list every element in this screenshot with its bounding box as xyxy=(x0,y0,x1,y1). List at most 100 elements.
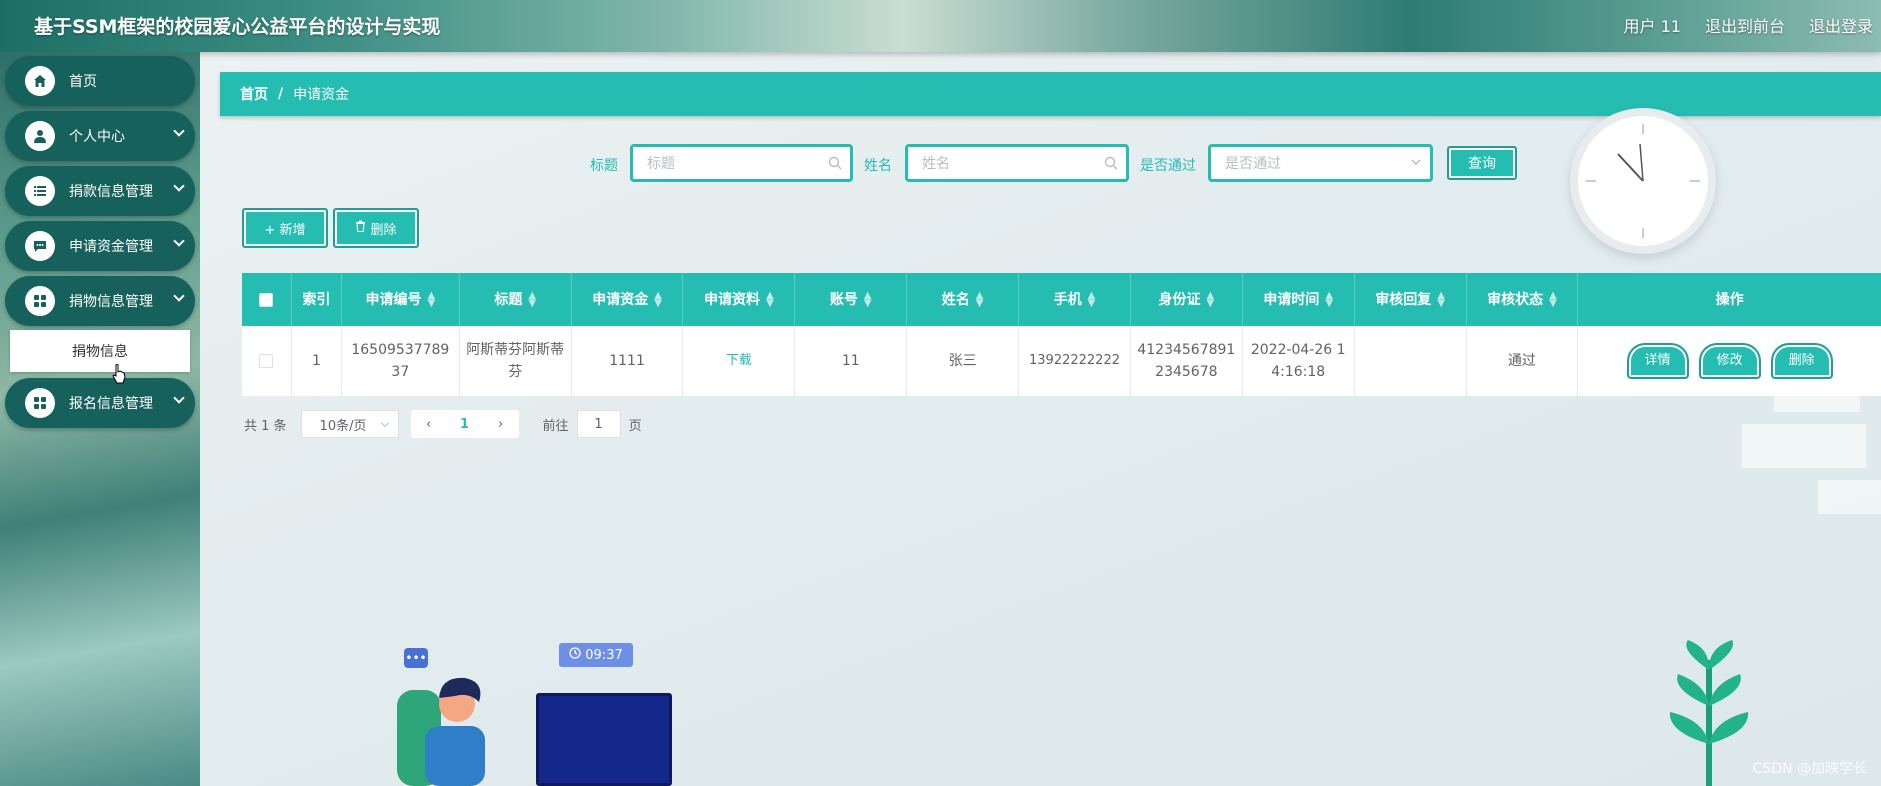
sidebar-item-label: 捐物信息管理 xyxy=(69,294,153,310)
query-button[interactable]: 查询 xyxy=(1447,146,1517,180)
sort-icon: ▲ ▼ xyxy=(1087,289,1096,309)
header-label: 审核回复 xyxy=(1375,291,1432,308)
header-label: 申请资金 xyxy=(592,291,649,308)
header-label: 手机 xyxy=(1053,291,1082,308)
header-amount[interactable]: 申请资金 ▲ ▼ xyxy=(572,273,684,326)
header-label: 申请资料 xyxy=(704,291,761,308)
cell-app-no: 1650953778937 xyxy=(342,326,460,396)
header-label: 身份证 xyxy=(1158,291,1201,308)
chevron-down-icon xyxy=(173,235,185,247)
header-account[interactable]: 账号 ▲ ▼ xyxy=(795,273,908,326)
sort-icon: ▲ ▼ xyxy=(766,289,774,309)
sidebar-item-label: 首页 xyxy=(69,74,97,90)
sidebar-item-label: 报名信息管理 xyxy=(69,396,153,412)
name-search-input[interactable]: 姓名 xyxy=(905,144,1129,182)
delete-selected-button[interactable]: 删除 xyxy=(333,208,419,248)
cell-phone: 13922222222 xyxy=(1019,326,1131,396)
sort-icon: ▲ ▼ xyxy=(1325,289,1334,309)
logout-link[interactable]: 退出登录 xyxy=(1809,13,1873,37)
goto-prefix: 前往 xyxy=(542,418,569,434)
add-button[interactable]: + 新增 xyxy=(242,208,328,248)
sort-icon: ▲ ▼ xyxy=(654,289,662,309)
header-label: 申请编号 xyxy=(365,291,422,308)
header-label: 标题 xyxy=(494,291,523,308)
decor-block xyxy=(1742,424,1866,468)
sidebar-item-label: 个人中心 xyxy=(69,129,125,145)
goto-suffix: 页 xyxy=(628,418,642,434)
submenu-item-goods-info[interactable]: 捐物信息 xyxy=(10,330,190,372)
sort-icon: ▲ ▼ xyxy=(1437,289,1445,309)
goto-page-input[interactable]: 1 xyxy=(576,410,621,438)
search-icon xyxy=(1104,156,1118,174)
delete-selected-label: 删除 xyxy=(370,222,397,238)
sidebar-item-signup-management[interactable]: 报名信息管理 xyxy=(5,378,195,428)
prev-page-button[interactable]: ‹ xyxy=(411,417,447,432)
download-link[interactable]: 下载 xyxy=(726,350,752,372)
pager: ‹ 1 › xyxy=(410,410,519,438)
sidebar-item-label: 捐款信息管理 xyxy=(69,184,153,200)
sort-icon: ▲ ▼ xyxy=(1549,289,1557,309)
page-number[interactable]: 1 xyxy=(447,417,483,432)
header-phone[interactable]: 手机 ▲ ▼ xyxy=(1019,273,1131,326)
home-icon xyxy=(25,66,55,96)
sort-icon: ▲ ▼ xyxy=(528,289,537,309)
name-label: 姓名 xyxy=(864,158,892,174)
time-badge: 09:37 xyxy=(559,643,633,667)
detail-button[interactable]: 详情 xyxy=(1626,343,1689,379)
delete-button[interactable]: 删除 xyxy=(1770,343,1833,379)
cell-title: 阿斯蒂芬阿斯蒂芬 xyxy=(460,326,572,396)
header-id-card[interactable]: 身份证 ▲ ▼ xyxy=(1131,273,1243,326)
back-to-front-link[interactable]: 退出到前台 xyxy=(1705,13,1785,37)
header-reply[interactable]: 审核回复 ▲ ▼ xyxy=(1355,273,1467,326)
title-search-input[interactable]: 标题 xyxy=(630,144,853,182)
passed-select[interactable]: 是否通过 xyxy=(1208,144,1433,182)
sort-icon: ▲ ▼ xyxy=(427,289,436,309)
page-size-value: 10条/页 xyxy=(319,418,367,434)
edit-button[interactable]: 修改 xyxy=(1698,343,1761,379)
decor-block xyxy=(1774,382,1860,412)
breadcrumb-home[interactable]: 首页 xyxy=(240,84,268,104)
header-name[interactable]: 姓名 ▲ ▼ xyxy=(907,273,1020,326)
cell-time: 2022-04-26 14:16:18 xyxy=(1243,326,1355,396)
page-size-select[interactable]: 10条/页 xyxy=(300,410,399,438)
data-table: 索引 申请编号 ▲ ▼ 标题 ▲ ▼ 申请资金 ▲ ▼ 申请资料 ▲ ▼ 账号 ▲ ▼ 姓名 ▲ ▼ 手… xyxy=(242,273,1881,396)
header-title[interactable]: 标题 ▲ ▼ xyxy=(460,273,572,326)
chevron-down-icon xyxy=(173,125,185,137)
next-page-button[interactable]: › xyxy=(483,417,519,432)
chevron-down-icon xyxy=(1410,156,1422,172)
cell-index: 1 xyxy=(292,326,342,396)
search-bar: 标题 标题 姓名 姓名 是否通过 是否通过 查询 xyxy=(0,144,1881,184)
grid-icon xyxy=(25,388,55,418)
sidebar-item-goods-donation[interactable]: 捐物信息管理 xyxy=(5,276,195,326)
header-status[interactable]: 审核状态 ▲ ▼ xyxy=(1467,273,1579,326)
cell-reply xyxy=(1355,326,1467,396)
header-app-no[interactable]: 申请编号 ▲ ▼ xyxy=(342,273,460,326)
header-time[interactable]: 申请时间 ▲ ▼ xyxy=(1243,273,1355,326)
table-header: 索引 申请编号 ▲ ▼ 标题 ▲ ▼ 申请资金 ▲ ▼ 申请资料 ▲ ▼ 账号 ▲ ▼ 姓名 ▲ ▼ 手… xyxy=(242,273,1881,326)
current-user[interactable]: 用户 11 xyxy=(1624,13,1681,37)
chevron-up-icon xyxy=(173,290,185,302)
row-checkbox[interactable] xyxy=(259,354,274,368)
select-all-checkbox[interactable] xyxy=(259,292,274,307)
header-label: 审核状态 xyxy=(1487,291,1544,308)
header-material[interactable]: 申请资料 ▲ ▼ xyxy=(683,273,796,326)
cell-status: 通过 xyxy=(1467,326,1579,396)
row-select-cell xyxy=(242,326,292,396)
pagination: 共 1 条 10条/页 ‹ 1 › 前往 1 页 xyxy=(244,410,642,438)
sort-icon: ▲ ▼ xyxy=(975,289,984,309)
header-index: 索引 xyxy=(292,273,342,326)
sidebar-item-fund-application[interactable]: 申请资金管理 xyxy=(5,221,195,271)
decor-block xyxy=(1818,480,1881,514)
clock-icon xyxy=(569,647,581,663)
cell-id-card: 412345678912345678 xyxy=(1131,326,1243,396)
passed-placeholder: 是否通过 xyxy=(1225,156,1281,172)
chevron-down-icon xyxy=(380,418,389,428)
sidebar-item-home[interactable]: 首页 xyxy=(5,56,195,106)
chat-bubble-icon: ••• xyxy=(404,648,428,668)
header-label: 账号 xyxy=(829,291,858,308)
header-actions: 用户 11 退出到前台 退出登录 xyxy=(1624,13,1873,37)
table-row: 1 1650953778937 阿斯蒂芬阿斯蒂芬 1111 下载 11 张三 1… xyxy=(242,326,1881,396)
monitor-illustration xyxy=(536,693,672,786)
cell-account: 11 xyxy=(795,326,908,396)
header-operations: 操作 xyxy=(1715,291,1744,308)
